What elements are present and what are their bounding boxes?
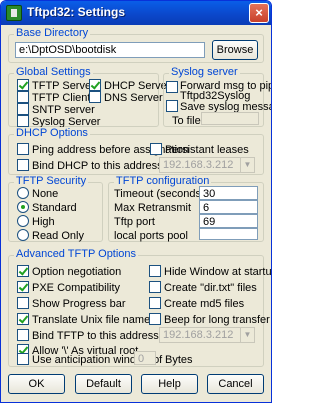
- dns-server-checkbox[interactable]: [89, 91, 101, 103]
- persistant-leases-checkbox[interactable]: [150, 143, 162, 155]
- tftp-address-value: 192.168.3.212: [163, 329, 234, 341]
- title-bar[interactable]: Tftpd32: Settings ×: [1, 1, 271, 25]
- security-none-label: None: [32, 188, 59, 200]
- timeout-input[interactable]: 30: [199, 186, 258, 200]
- ok-button[interactable]: OK: [8, 374, 65, 394]
- save-syslog-checkbox[interactable]: [166, 100, 178, 112]
- tftp-configuration-label: TFTP configuration: [114, 175, 212, 187]
- hide-window-label: Hide Window at startup: [164, 266, 272, 278]
- dns-server-label: DNS Server: [104, 92, 163, 104]
- browse-button[interactable]: Browse: [212, 40, 258, 60]
- default-button[interactable]: Default: [75, 374, 132, 394]
- security-read-only-radio[interactable]: [17, 229, 29, 241]
- option-negotiation-checkbox[interactable]: [17, 265, 29, 277]
- tftp-security-label: TFTP Security: [14, 175, 89, 187]
- pxe-compatibility-label: PXE Compatibility: [32, 282, 121, 294]
- dhcp-server-checkbox[interactable]: [89, 79, 101, 91]
- bind-tftp-label: Bind TFTP to this address: [32, 330, 159, 342]
- base-directory-label: Base Directory: [14, 27, 91, 39]
- security-high-radio[interactable]: [17, 215, 29, 227]
- to-file-label: To file: [172, 115, 201, 127]
- chevron-down-icon[interactable]: ▼: [240, 158, 254, 172]
- bind-dhcp-checkbox[interactable]: [17, 159, 29, 171]
- tftp-server-checkbox[interactable]: [17, 79, 29, 91]
- dir-txt-checkbox[interactable]: [149, 281, 161, 293]
- persistant-leases-label: Persistant leases: [165, 144, 249, 156]
- local-ports-pool-input[interactable]: [199, 228, 258, 240]
- tftp-port-input[interactable]: 69: [199, 214, 258, 228]
- chevron-down-icon[interactable]: ▼: [240, 328, 254, 342]
- tftp-address-select[interactable]: 192.168.3.212 ▼: [159, 327, 255, 343]
- to-file-input[interactable]: [201, 112, 259, 125]
- max-retransmit-label: Max Retransmit: [114, 202, 192, 214]
- window-title: Tftpd32: Settings: [27, 5, 125, 19]
- anticipation-window-checkbox[interactable]: [17, 353, 29, 365]
- option-negotiation-label: Option negotiation: [32, 266, 122, 278]
- cancel-button[interactable]: Cancel: [207, 374, 264, 394]
- dhcp-options-label: DHCP Options: [14, 127, 90, 139]
- security-read-only-label: Read Only: [32, 230, 84, 242]
- local-ports-pool-label: local ports pool: [114, 230, 188, 242]
- global-settings-label: Global Settings: [14, 66, 93, 78]
- security-none-radio[interactable]: [17, 187, 29, 199]
- ping-address-checkbox[interactable]: [17, 143, 29, 155]
- md5-files-label: Create md5 files: [164, 298, 245, 310]
- tftp-port-label: Tftp port: [114, 216, 155, 228]
- dir-txt-label: Create "dir.txt" files: [164, 282, 257, 294]
- translate-unix-checkbox[interactable]: [17, 313, 29, 325]
- translate-unix-label: Translate Unix file names: [32, 314, 156, 326]
- tftp-server-label: TFTP Server: [32, 80, 95, 92]
- bind-dhcp-label: Bind DHCP to this address: [32, 160, 163, 172]
- security-high-label: High: [32, 216, 55, 228]
- pxe-compatibility-checkbox[interactable]: [17, 281, 29, 293]
- dhcp-address-value: 192.168.3.212: [163, 159, 234, 171]
- forward-pipe-checkbox[interactable]: [166, 81, 178, 93]
- beep-checkbox[interactable]: [149, 313, 161, 325]
- advanced-options-label: Advanced TFTP Options: [14, 248, 139, 260]
- progress-bar-checkbox[interactable]: [17, 297, 29, 309]
- bind-tftp-checkbox[interactable]: [17, 329, 29, 341]
- sntp-server-checkbox[interactable]: [17, 103, 29, 115]
- beep-label: Beep for long transfer: [164, 314, 270, 326]
- help-button[interactable]: Help: [141, 374, 198, 394]
- anticipation-unit: Bytes: [165, 354, 193, 366]
- hide-window-checkbox[interactable]: [149, 265, 161, 277]
- timeout-label: Timeout (seconds): [114, 188, 205, 200]
- syslog-server-checkbox[interactable]: [17, 115, 29, 127]
- progress-bar-label: Show Progress bar: [32, 298, 126, 310]
- anticipation-window-input[interactable]: 0: [134, 351, 156, 365]
- sntp-server-label: SNTP server: [32, 104, 95, 116]
- settings-window: Tftpd32: Settings × Base Directory e:\Dp…: [0, 0, 272, 403]
- security-standard-radio[interactable]: [17, 201, 29, 213]
- app-icon: [6, 5, 22, 21]
- md5-files-checkbox[interactable]: [149, 297, 161, 309]
- dhcp-address-select[interactable]: 192.168.3.212 ▼: [159, 157, 255, 173]
- dhcp-server-label: DHCP Server: [104, 80, 171, 92]
- tftp-client-checkbox[interactable]: [17, 91, 29, 103]
- base-directory-input[interactable]: e:\DptOSD\bootdisk: [15, 42, 205, 58]
- syslog-group-label: Syslog server: [169, 66, 240, 78]
- close-button[interactable]: ×: [249, 3, 269, 23]
- tftp-client-label: TFTP Client: [32, 92, 91, 104]
- security-standard-label: Standard: [32, 202, 77, 214]
- max-retransmit-input[interactable]: 6: [199, 200, 258, 214]
